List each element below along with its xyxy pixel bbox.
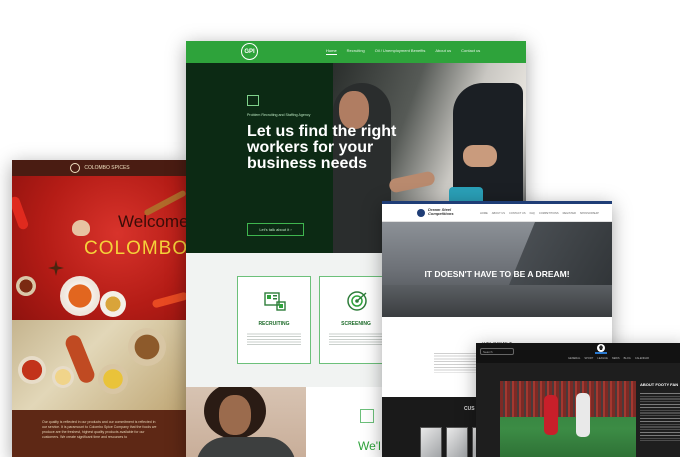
nav-contact[interactable]: Contact us — [461, 48, 480, 55]
hero-accent-square — [247, 95, 259, 106]
spice-bowl-image — [16, 276, 36, 296]
colombo-spices-site: COLOMBO SPICES Welcome COLOMBO Our quali… — [12, 160, 188, 457]
service-description — [247, 332, 301, 346]
service-label: RECRUITING — [258, 321, 290, 327]
screening-icon — [347, 291, 367, 311]
footy-nav: Search GENERAL SPORT LEAGUE NEWS BLOG CA… — [476, 343, 680, 363]
nav-blog[interactable]: BLOG — [624, 357, 631, 360]
dream-nav: Dream Steel Competitions HOME ABOUT US C… — [382, 204, 612, 222]
nav-home[interactable]: HOME — [480, 212, 488, 215]
gpi-nav: GPI Home Recruiting Oil / Unemployment B… — [186, 41, 526, 63]
gpi-logo[interactable]: GPI — [241, 43, 258, 60]
footy-about-text — [640, 391, 680, 441]
football-match-photo — [500, 381, 636, 457]
about-heading: We'l — [358, 439, 381, 453]
nav-register[interactable]: REGISTER — [563, 212, 576, 215]
footy-menu: GENERAL SPORT LEAGUE NEWS BLOG CALENDAR — [568, 357, 649, 360]
colombo-about-text: Our quality is reflected in our products… — [12, 410, 188, 457]
gpi-menu: Home Recruiting Oil / Unemployment Benef… — [326, 48, 480, 55]
recruiting-icon — [264, 292, 286, 311]
nav-sport[interactable]: SPORT — [584, 357, 593, 360]
hero-tagline: Problem Recruiting and Staffing Agency — [247, 113, 311, 117]
nav-general[interactable]: GENERAL — [568, 357, 580, 360]
customer-photo[interactable] — [420, 427, 442, 457]
nav-home[interactable]: Home — [326, 48, 337, 55]
about-accent-square — [360, 409, 374, 423]
footy-about-heading: ABOUT FOOTY FAN — [640, 382, 679, 387]
nav-sponsorship[interactable]: SPONSORSHIP — [580, 212, 599, 215]
road-image — [382, 285, 612, 317]
footy-logo-icon[interactable] — [592, 343, 610, 355]
lets-talk-button[interactable]: Let's talk about it › — [247, 223, 304, 236]
chili-image — [12, 195, 30, 231]
colombo-nav: COLOMBO SPICES — [12, 160, 188, 176]
dream-brand[interactable]: Dream Steel Competitions — [428, 208, 454, 216]
dream-customers-heading: CUS — [464, 406, 475, 412]
spice-bowl-image — [128, 328, 166, 366]
star-anise-image — [48, 260, 64, 276]
nav-about[interactable]: ABOUT US — [492, 212, 505, 215]
nav-news[interactable]: NEWS — [612, 357, 620, 360]
colombo-logo-icon[interactable] — [70, 163, 81, 173]
footy-fans-site: Search GENERAL SPORT LEAGUE NEWS BLOG CA… — [476, 343, 680, 457]
chili-image — [151, 291, 188, 309]
customer-photo[interactable] — [446, 427, 468, 457]
smiling-woman-photo — [186, 387, 306, 457]
nav-about[interactable]: About us — [435, 48, 451, 55]
nav-contact[interactable]: CONTACT US — [509, 212, 526, 215]
spice-spoons-photo — [12, 320, 188, 410]
dream-headline: IT DOESN'T HAVE TO BE A DREAM! — [424, 269, 570, 279]
spice-bowl-image — [18, 356, 46, 384]
player-white — [576, 393, 590, 437]
nav-faq[interactable]: FAQ — [530, 212, 535, 215]
dream-menu: HOME ABOUT US CONTACT US FAQ COMPETITION… — [480, 212, 599, 215]
spice-bowl-image — [98, 364, 128, 394]
nav-recruiting[interactable]: Recruiting — [347, 48, 365, 55]
spice-bowl-image — [100, 291, 126, 317]
footy-search-input[interactable]: Search — [480, 348, 514, 355]
heart-leaf-image — [72, 220, 90, 236]
dream-logo-icon[interactable] — [417, 209, 425, 217]
dream-hero: IT DOESN'T HAVE TO BE A DREAM! — [382, 222, 612, 317]
nav-benefits[interactable]: Oil / Unemployment Benefits — [375, 48, 426, 55]
spice-bowl-image — [60, 276, 100, 316]
colombo-brand[interactable]: COLOMBO SPICES — [84, 165, 129, 171]
colombo-title: COLOMBO — [84, 238, 188, 259]
colombo-welcome-heading: Welcome — [118, 212, 188, 231]
player-red — [544, 395, 558, 435]
colombo-hero: Welcome COLOMBO — [12, 176, 188, 320]
spice-bowl-image — [52, 366, 74, 388]
dream-brand-line2: Competitions — [428, 211, 454, 216]
hero-headline: Let us find the right workers for your b… — [247, 123, 397, 172]
service-description — [329, 332, 383, 346]
nav-calendar[interactable]: CALENDAR — [635, 357, 649, 360]
nav-league[interactable]: LEAGUE — [597, 357, 608, 360]
service-card-recruiting[interactable]: RECRUITING — [237, 276, 311, 364]
nav-competitions[interactable]: COMPETITIONS — [539, 212, 559, 215]
